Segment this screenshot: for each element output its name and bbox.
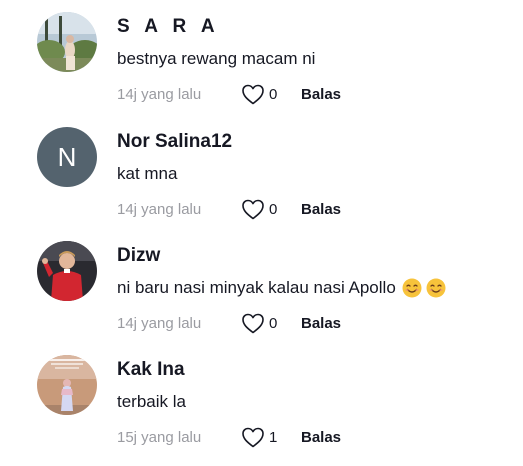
reply-button[interactable]: Balas <box>301 315 341 332</box>
comment-text-content: terbaik la <box>117 392 186 411</box>
like-button[interactable]: 1 <box>241 426 301 448</box>
comment-item: S A R A bestnya rewang macam ni 14j yang… <box>0 0 523 114</box>
like-count: 1 <box>269 428 278 446</box>
avatar[interactable] <box>37 241 97 301</box>
comment-meta: 14j yang lalu 0 Balas <box>117 82 341 106</box>
reply-button[interactable]: Balas <box>301 201 341 218</box>
heart-outline-icon <box>242 427 264 448</box>
avatar[interactable] <box>37 355 97 415</box>
username[interactable]: S A R A <box>117 16 220 38</box>
comment-text-content: kat mna <box>117 164 178 183</box>
timestamp: 14j yang lalu <box>117 85 202 103</box>
like-button[interactable]: 0 <box>241 198 301 220</box>
comment-text: bestnya rewang macam ni <box>117 49 315 69</box>
comment-text-content: ni baru nasi minyak kalau nasi Apollo <box>117 278 396 297</box>
comment-item: Dizw ni baru nasi minyak kalau nasi Apol… <box>0 229 523 343</box>
like-count: 0 <box>269 314 278 332</box>
comment-item: N Nor Salina12 kat mna 14j yang lalu 0 B… <box>0 115 523 229</box>
smiling-face-emoji <box>402 278 422 298</box>
like-button[interactable]: 0 <box>241 83 301 105</box>
comment-meta: 14j yang lalu 0 Balas <box>117 197 341 221</box>
reply-button[interactable]: Balas <box>301 429 341 446</box>
like-button[interactable]: 0 <box>241 312 301 334</box>
comment-text: kat mna <box>117 164 177 184</box>
comment-text-content: bestnya rewang macam ni <box>117 49 316 68</box>
comment-item: Kak Ina terbaik la 15j yang lalu 1 Balas <box>0 343 523 457</box>
comment-text: ni baru nasi minyak kalau nasi Apollo <box>117 278 446 298</box>
reply-button[interactable]: Balas <box>301 86 341 103</box>
avatar[interactable]: N <box>37 127 97 187</box>
like-count: 0 <box>269 85 278 103</box>
comment-text: terbaik la <box>117 392 186 412</box>
like-count: 0 <box>269 200 278 218</box>
avatar[interactable] <box>37 12 97 72</box>
heart-outline-icon <box>242 313 264 334</box>
heart-outline-icon <box>242 199 264 220</box>
comment-meta: 15j yang lalu 1 Balas <box>117 425 341 449</box>
username[interactable]: Kak Ina <box>117 359 185 381</box>
smiling-face-emoji <box>426 278 446 298</box>
timestamp: 14j yang lalu <box>117 200 202 218</box>
username[interactable]: Dizw <box>117 245 160 267</box>
username[interactable]: Nor Salina12 <box>117 131 232 153</box>
timestamp: 14j yang lalu <box>117 314 202 332</box>
heart-outline-icon <box>242 84 264 105</box>
timestamp: 15j yang lalu <box>117 428 202 446</box>
comment-meta: 14j yang lalu 0 Balas <box>117 311 341 335</box>
